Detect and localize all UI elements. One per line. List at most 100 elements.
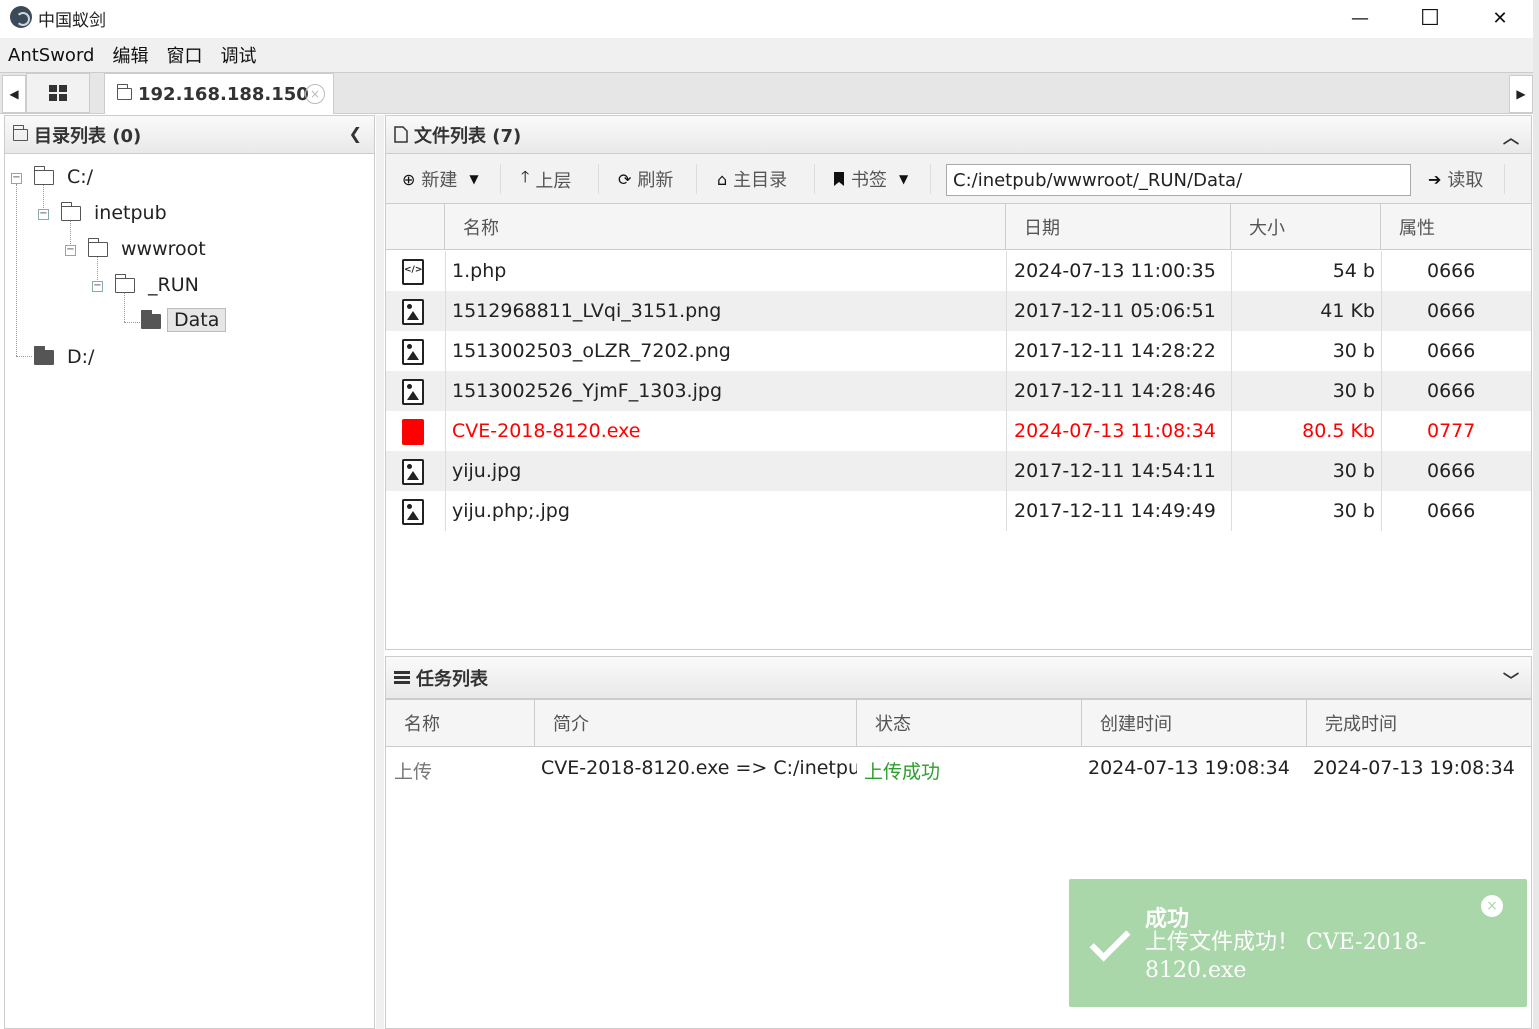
directory-panel-header: 目录列表 (0) ❮ [5,116,374,154]
menu-antsword[interactable]: AntSword [8,45,94,66]
panel-splitter[interactable] [376,115,384,1029]
collapse-up-icon[interactable]: ︿ [1503,124,1519,148]
task-column-finished[interactable]: 完成时间 [1307,700,1531,746]
file-size: 80.5 Kb [1302,420,1375,442]
file-row[interactable]: yiju.php;.jpg 2017-12-11 14:49:49 30 b 0666 [386,491,1531,531]
task-column-desc[interactable]: 简介 [535,700,857,746]
tree-toggle-run[interactable]: − [92,281,103,292]
column-size[interactable]: 大小 [1231,204,1381,250]
file-name: yiju.php;.jpg [452,500,570,522]
new-button-label: 新建 [421,170,458,191]
bookmark-icon [834,172,844,186]
column-icon [386,204,445,250]
task-name: 上传 [394,761,433,783]
file-name: 1513002526_YjmF_1303.jpg [452,380,722,402]
file-size: 30 b [1332,460,1375,482]
column-date[interactable]: 日期 [1006,204,1231,250]
read-button[interactable]: ➔ 读取 [1428,166,1483,192]
task-column-name[interactable]: 名称 [386,700,535,746]
image-file-icon [402,379,424,405]
folder-icon [33,166,54,185]
tree-toggle-inetpub[interactable]: − [38,209,49,220]
column-attr[interactable]: 属性 [1381,204,1531,250]
tree-item-wwwroot[interactable]: wwwroot [121,238,206,260]
file-row[interactable]: yiju.jpg 2017-12-11 14:54:11 30 b 0666 [386,451,1531,491]
file-date: 2017-12-11 14:28:46 [1014,380,1216,402]
file-date: 2024-07-13 11:08:34 [1014,420,1216,442]
bookmark-button[interactable]: 书签 ▼ [833,166,908,192]
up-button-label: 上层 [535,170,572,192]
close-window-button[interactable]: ✕ [1465,0,1535,36]
file-attr: 0666 [1427,500,1476,522]
tree-item-d[interactable]: D:/ [67,346,94,368]
maximize-button[interactable]: ☐ [1395,0,1465,36]
menu-edit[interactable]: 编辑 [112,42,148,68]
file-table-header: 名称 日期 大小 属性 [386,204,1531,250]
folder-icon [87,238,108,257]
file-panel: 文件列表 (7) ︿ ⊕ 新建 ▼ 🡑 上层 ⟳ 刷新 ⌂ 主目录 书签 ▼ C… [385,115,1532,650]
task-panel-title: 任务列表 [416,668,488,690]
checkmark-icon [1089,920,1131,962]
minimize-button[interactable]: — [1325,0,1395,36]
tab-scroll-left-icon[interactable]: ◀ [2,75,26,113]
arrow-right-icon: ➔ [1428,169,1442,189]
refresh-button[interactable]: ⟳ 刷新 [618,166,673,192]
home-button[interactable]: ⌂ 主目录 [717,166,787,192]
tree-item-run[interactable]: _RUN [148,274,199,296]
file-row[interactable]: 1513002503_oLZR_7202.png 2017-12-11 14:28… [386,331,1531,371]
toast-close-icon[interactable]: × [1481,895,1503,917]
path-input[interactable] [946,164,1411,196]
file-row[interactable]: 1512968811_LVqi_3151.png 2017-12-11 05:06… [386,291,1531,331]
toast-message: 上传文件成功！ CVE-2018-8120.exe [1145,930,1427,983]
column-name[interactable]: 名称 [445,204,1006,250]
file-size: 30 b [1332,340,1375,362]
tab-host[interactable]: 192.168.188.150 × [104,73,334,114]
task-created: 2024-07-13 19:08:34 [1088,757,1290,779]
tab-bar: ◀ 192.168.188.150 × ▶ [0,72,1539,114]
folder-icon [60,202,81,221]
file-attr: 0666 [1427,380,1476,402]
directory-panel: 目录列表 (0) ❮ − C:/ − inetpub − wwwroot − _… [4,115,375,1029]
home-icon: ⌂ [717,169,728,189]
tab-scroll-right-icon[interactable]: ▶ [1509,75,1533,113]
read-button-label: 读取 [1447,170,1484,191]
file-name: 1512968811_LVqi_3151.png [452,300,722,322]
file-row[interactable]: 1.php 2024-07-13 11:00:35 54 b 0666 [386,251,1531,291]
new-button[interactable]: ⊕ 新建 ▼ [402,166,479,192]
tab-close-icon[interactable]: × [305,84,325,104]
task-panel-header: 任务列表 ﹀ [386,657,1531,699]
tree-toggle-c[interactable]: − [11,173,22,184]
file-name: yiju.jpg [452,460,522,482]
collapse-down-icon[interactable]: ﹀ [1503,667,1519,691]
grid-icon [49,85,67,101]
tree-item-data[interactable]: Data [167,308,227,332]
task-column-created[interactable]: 创建时间 [1082,700,1307,746]
file-attr: 0666 [1427,260,1476,282]
tab-home[interactable] [26,73,90,113]
caret-down-icon: ▼ [899,172,909,186]
file-size: 30 b [1332,380,1375,402]
home-button-label: 主目录 [733,170,788,191]
menu-window[interactable]: 窗口 [166,42,202,68]
bookmark-button-label: 书签 [851,170,887,191]
tree-item-inetpub[interactable]: inetpub [94,202,167,224]
task-column-status[interactable]: 状态 [857,700,1082,746]
success-toast: 成功 上传文件成功！ CVE-2018-8120.exe × [1069,879,1527,1007]
file-row[interactable]: 1513002526_YjmF_1303.jpg 2017-12-11 14:28… [386,371,1531,411]
image-file-icon [402,499,424,525]
file-date: 2024-07-13 11:00:35 [1014,260,1216,282]
file-name: CVE-2018-8120.exe [452,420,641,442]
menu-debug[interactable]: 调试 [220,42,256,68]
folder-filled-icon [140,310,161,329]
directory-panel-title: 目录列表 (0) [34,125,142,147]
list-icon [394,670,410,684]
tree-item-c[interactable]: C:/ [67,166,93,188]
refresh-button-label: 刷新 [637,170,674,191]
up-button[interactable]: 🡑 上层 [521,166,571,193]
collapse-left-icon[interactable]: ❮ [349,124,362,143]
file-date: 2017-12-11 14:49:49 [1014,500,1216,522]
file-row[interactable]: CVE-2018-8120.exe 2024-07-13 11:08:34 80.5… [386,411,1531,451]
tree-toggle-wwwroot[interactable]: − [65,245,76,256]
file-toolbar: ⊕ 新建 ▼ 🡑 上层 ⟳ 刷新 ⌂ 主目录 书签 ▼ ➔ 读取 [386,154,1531,204]
antsword-logo-icon [10,6,32,28]
